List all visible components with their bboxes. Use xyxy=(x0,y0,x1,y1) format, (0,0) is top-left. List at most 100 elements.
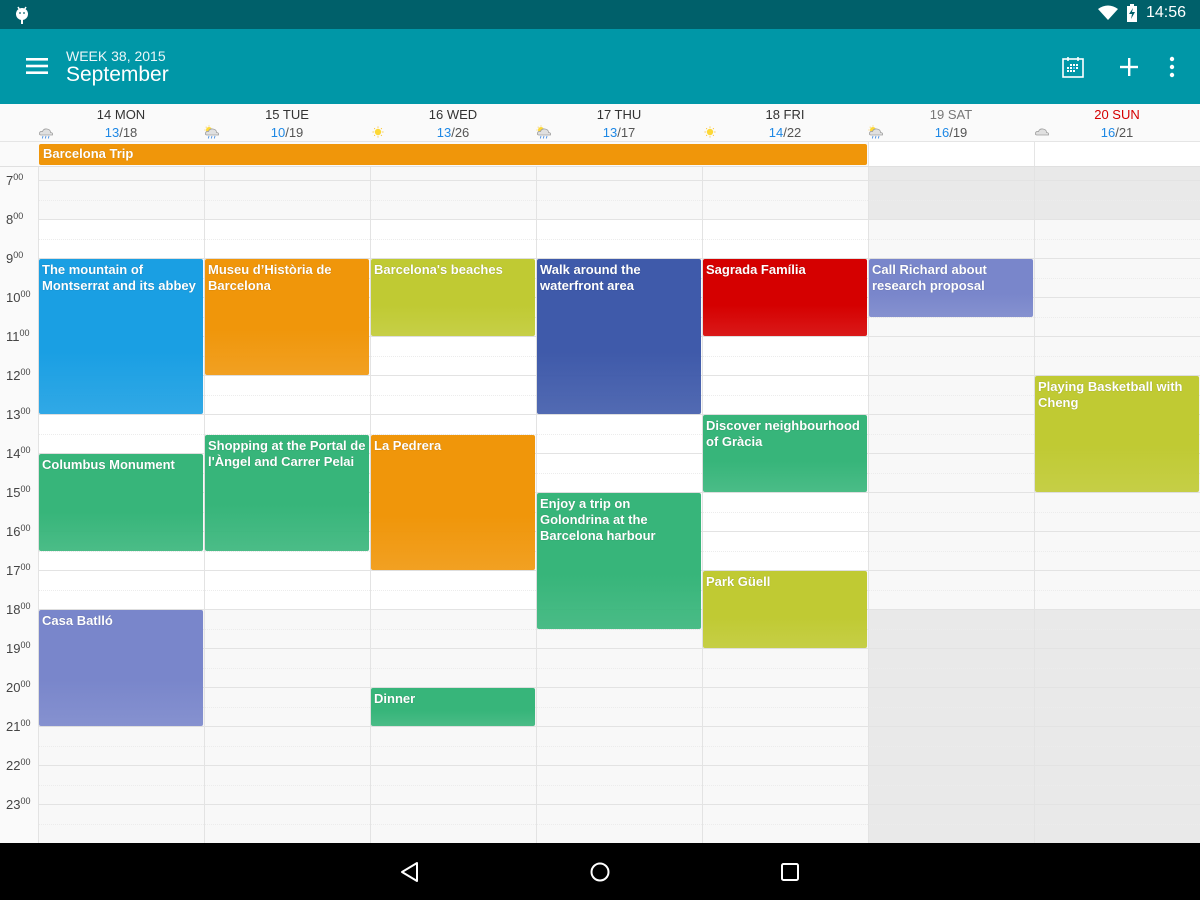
android-debug-icon xyxy=(16,6,28,24)
minute-value: 00 xyxy=(19,328,30,338)
temperature-low: 14 xyxy=(768,125,784,140)
hour-label: 1900 xyxy=(6,640,30,656)
temperature-range: 13/26 xyxy=(370,125,536,140)
all-day-row: Barcelona Trip xyxy=(0,142,1200,167)
hour-value: 19 xyxy=(6,641,21,656)
menu-button[interactable] xyxy=(22,53,52,79)
hour-value: 11 xyxy=(6,329,20,344)
temperature-high: 18 xyxy=(122,125,138,140)
home-circle-icon xyxy=(590,862,610,882)
day-header-15-tue[interactable]: 15 TUE 10/19 xyxy=(204,104,370,142)
half-hour-gridline xyxy=(38,784,1200,786)
temperature-low: 13 xyxy=(104,125,120,140)
off-hours-shade xyxy=(204,167,370,219)
temperature-low: 13 xyxy=(436,125,452,140)
hour-label: 1300 xyxy=(6,406,30,422)
calendar-event[interactable]: Sagrada Família xyxy=(703,259,867,336)
hour-gridline xyxy=(38,687,1200,688)
day-header-20-sun[interactable]: 20 SUN 16/21 xyxy=(1034,104,1200,142)
temperature-high: 21 xyxy=(1118,125,1134,140)
navigation-bar xyxy=(0,843,1200,900)
all-day-cell-weekend[interactable] xyxy=(1034,142,1200,166)
battery-charging-icon xyxy=(1126,4,1137,22)
hour-label: 2200 xyxy=(6,757,30,773)
temperature-high: 17 xyxy=(620,125,636,140)
off-hours-shade xyxy=(370,167,536,219)
calendar-event[interactable]: Park Güell xyxy=(703,571,867,648)
day-header-14-mon[interactable]: 14 MON 13/18 xyxy=(38,104,204,142)
calendar-event[interactable]: Playing Basketball with Cheng xyxy=(1035,376,1199,492)
minute-value: 00 xyxy=(13,211,24,221)
day-label: 17 THU xyxy=(596,107,642,122)
half-hour-gridline xyxy=(38,823,1200,825)
all-day-cell-weekend[interactable] xyxy=(868,142,1034,166)
calendar-event[interactable]: Museu d’Història de Barcelona xyxy=(205,259,369,375)
add-event-button[interactable] xyxy=(1113,51,1145,83)
hour-label: 1700 xyxy=(6,562,30,578)
minute-value: 00 xyxy=(20,289,31,299)
recents-button[interactable] xyxy=(777,859,803,885)
minute-value: 00 xyxy=(20,367,31,377)
hour-label: 800 xyxy=(6,211,23,227)
day-header-19-sat[interactable]: 19 SAT 16/19 xyxy=(868,104,1034,142)
hour-gridline xyxy=(38,804,1200,805)
hour-value: 13 xyxy=(6,407,21,422)
hour-gridline xyxy=(38,180,1200,181)
calendar-event[interactable]: Discover neighbourhood of Gràcia xyxy=(703,415,867,492)
back-button[interactable] xyxy=(397,859,423,885)
hour-gridline xyxy=(38,648,1200,649)
hamburger-menu-icon xyxy=(26,58,48,74)
calendar-event[interactable]: Shopping at the Portal de l'Àngel and Ca… xyxy=(205,434,369,551)
calendar-event[interactable]: Walk around the waterfront area xyxy=(537,259,701,414)
go-to-today-button[interactable] xyxy=(1057,51,1089,83)
calendar-icon xyxy=(1062,57,1084,78)
day-header-18-fri[interactable]: 18 FRI 14/22 xyxy=(702,104,868,142)
hour-label: 1400 xyxy=(6,445,30,461)
status-bar: 14:56 xyxy=(0,0,1200,29)
minute-value: 00 xyxy=(20,679,31,689)
hour-value: 21 xyxy=(6,719,21,734)
wifi-icon xyxy=(1097,5,1118,20)
calendar-event[interactable]: Casa Batlló xyxy=(39,610,203,726)
month-label: September xyxy=(66,63,169,86)
calendar-event[interactable]: Columbus Monument xyxy=(39,454,203,551)
calendar-event[interactable]: Enjoy a trip on Golondrina at the Barcel… xyxy=(537,493,701,629)
hour-label: 1000 xyxy=(6,289,30,305)
overflow-menu-button[interactable] xyxy=(1156,51,1188,83)
home-button[interactable] xyxy=(587,859,613,885)
day-header-16-wed[interactable]: 16 WED 13/26 xyxy=(370,104,536,142)
day-header-17-thu[interactable]: 17 THU 13/17 xyxy=(536,104,702,142)
calendar-event[interactable]: Dinner xyxy=(371,688,535,726)
half-hour-gridline xyxy=(38,706,1200,708)
temperature-low: 13 xyxy=(602,125,618,140)
day-column-divider xyxy=(1034,167,1035,843)
all-day-event[interactable]: Barcelona Trip xyxy=(39,144,867,165)
minute-value: 00 xyxy=(20,445,31,455)
recents-square-icon xyxy=(781,863,799,881)
temperature-high: 19 xyxy=(288,125,304,140)
toolbar-title: WEEK 38, 2015 September xyxy=(66,48,169,86)
calendar-event[interactable]: Barcelona's beaches xyxy=(371,259,535,336)
calendar-event[interactable]: La Pedrera xyxy=(371,434,535,570)
hour-label: 1100 xyxy=(6,328,30,344)
minute-value: 00 xyxy=(20,757,31,767)
week-time-grid[interactable]: 700 800 900 1000 1100 1200 1300 1400 1500 1600 170… xyxy=(0,167,1200,843)
day-label: 19 SAT xyxy=(929,107,973,122)
calendar-event[interactable]: The mountain of Montserrat and its abbey xyxy=(39,259,203,414)
minute-value: 00 xyxy=(20,796,31,806)
hour-value: 12 xyxy=(6,368,21,383)
hour-gridline xyxy=(38,219,1200,220)
half-hour-gridline xyxy=(38,199,1200,201)
off-hours-shade xyxy=(702,167,868,219)
hour-gridline xyxy=(38,765,1200,766)
day-header: 14 MON 13/18 15 TUE 10/19 16 WED 13/26 17 THU 1… xyxy=(0,104,1200,142)
temperature-low: 16 xyxy=(934,125,950,140)
hour-value: 16 xyxy=(6,524,21,539)
calendar-event[interactable]: Call Richard about research proposal xyxy=(869,259,1033,317)
hour-gridline xyxy=(38,726,1200,727)
off-hours-shade xyxy=(1034,167,1200,219)
temperature-range: 16/19 xyxy=(868,125,1034,140)
off-hours-shade xyxy=(38,167,204,219)
hour-value: 10 xyxy=(6,290,21,305)
hour-value: 15 xyxy=(6,485,21,500)
